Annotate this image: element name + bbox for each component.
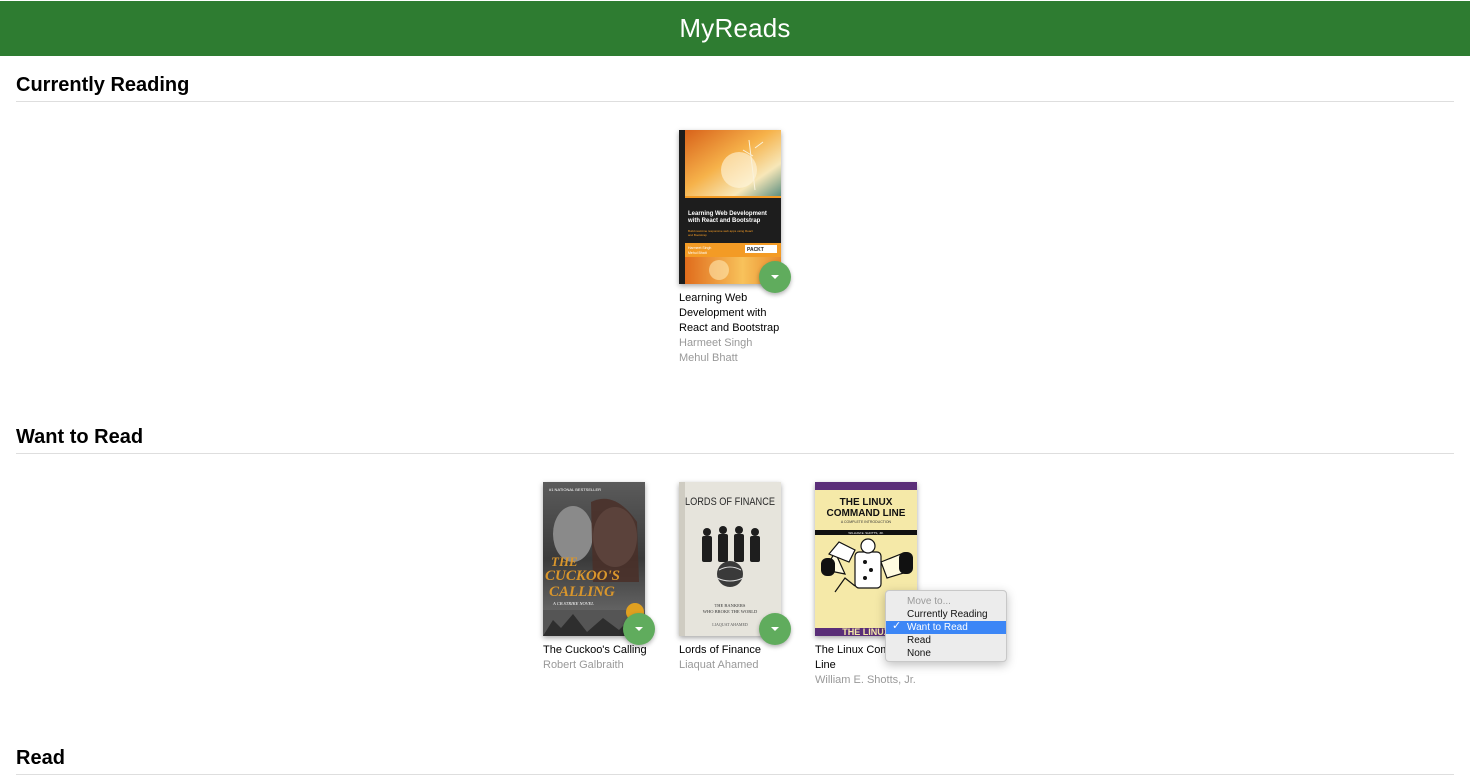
book-title: Learning Web Development with React and … [679, 292, 780, 334]
book-item: Learning Web Development with React and … [679, 130, 809, 366]
book-author: Liaquat Ahamed [679, 659, 759, 671]
app-title: MyReads [679, 13, 791, 43]
chevron-down-icon [771, 275, 779, 279]
checkmark-icon: ✓ [892, 620, 902, 632]
shelf-title-read: Read [16, 747, 1454, 775]
chevron-down-icon [771, 627, 779, 631]
menu-option-label: Currently Reading [907, 609, 988, 620]
book-author: Harmeet Singh [679, 337, 753, 349]
menu-option-read[interactable]: Read [886, 634, 1006, 647]
shelf-changer-button[interactable] [623, 613, 655, 645]
svg-text:Harmeet Singh: Harmeet Singh [688, 246, 711, 250]
svg-text:A CB STRIKE NOVEL: A CB STRIKE NOVEL [552, 601, 594, 606]
cover-title-line: with React and Bootstrap [687, 218, 761, 224]
shelf-changer-button[interactable] [759, 261, 791, 293]
menu-option-currently-reading[interactable]: Currently Reading [886, 608, 1006, 621]
svg-text:CALLING: CALLING [549, 584, 615, 600]
chevron-down-icon [635, 627, 643, 631]
menu-option-label: Want to Read [907, 622, 968, 633]
svg-text:PACKT: PACKT [747, 247, 764, 253]
svg-text:#1 NATIONAL BESTSELLER: #1 NATIONAL BESTSELLER [549, 487, 601, 492]
svg-text:CUCKOO'S: CUCKOO'S [545, 568, 620, 584]
svg-text:THE LINUX: THE LINUX [842, 627, 890, 636]
menu-option-none[interactable]: None [886, 647, 1006, 660]
book-author: Robert Galbraith [543, 659, 624, 671]
shelf-changer-button[interactable] [759, 613, 791, 645]
book-item: LORDS OF FINANCE THE BANKERS WHO BROKE T… [679, 482, 809, 673]
menu-header-move-to: Move to... [907, 596, 951, 607]
book-title: The Cuckoo's Calling [543, 644, 647, 656]
menu-option-want-to-read[interactable]: ✓ Want to Read [886, 620, 1006, 634]
svg-text:THE BANKERS: THE BANKERS [715, 603, 746, 608]
book-title: Lords of Finance [679, 644, 761, 656]
svg-text:Mehul Bhatt: Mehul Bhatt [688, 251, 707, 255]
svg-text:and Bootstrap: and Bootstrap [688, 233, 707, 237]
shelf-title-want-to-read: Want to Read [16, 426, 1454, 454]
svg-text:THE: THE [551, 554, 578, 569]
svg-text:WILLIAM E. SHOTTS, JR.: WILLIAM E. SHOTTS, JR. [848, 531, 883, 535]
menu-option-label: Read [907, 635, 931, 646]
svg-text:THE LINUX: THE LINUX [840, 497, 893, 508]
cover-title-line: Learning Web Development [688, 211, 767, 217]
menu-option-label: None [907, 648, 931, 659]
svg-text:LIAQUAT AHAMED: LIAQUAT AHAMED [712, 622, 748, 627]
svg-text:COMMAND LINE: COMMAND LINE [827, 508, 906, 519]
book-cover-cuckoos-calling: #1 NATIONAL BESTSELLER THE CUCKOO'S CALL… [543, 482, 645, 636]
book-author: William E. Shotts, Jr. [815, 674, 916, 686]
svg-text:LORDS OF FINANCE: LORDS OF FINANCE [685, 496, 775, 508]
shelf-title-currently-reading: Currently Reading [16, 74, 1454, 102]
book-cover[interactable]: #1 NATIONAL BESTSELLER THE CUCKOO'S CALL… [543, 482, 645, 636]
svg-text:WHO BROKE THE WORLD: WHO BROKE THE WORLD [703, 609, 758, 614]
move-to-menu[interactable]: Move to... Currently Reading ✓ Want to Re… [885, 590, 1007, 662]
book-cover[interactable]: LORDS OF FINANCE THE BANKERS WHO BROKE T… [679, 482, 781, 636]
app-header: MyReads [0, 1, 1470, 56]
book-cover-lords-of-finance: LORDS OF FINANCE THE BANKERS WHO BROKE T… [679, 482, 781, 636]
svg-text:A COMPLETE INTRODUCTION: A COMPLETE INTRODUCTION [841, 520, 892, 524]
book-author: Mehul Bhatt [679, 352, 738, 364]
book-cover-react-bootstrap: Learning Web Development with React and … [679, 130, 781, 284]
book-item: #1 NATIONAL BESTSELLER THE CUCKOO'S CALL… [543, 482, 673, 673]
book-cover[interactable]: Learning Web Development with React and … [679, 130, 781, 284]
